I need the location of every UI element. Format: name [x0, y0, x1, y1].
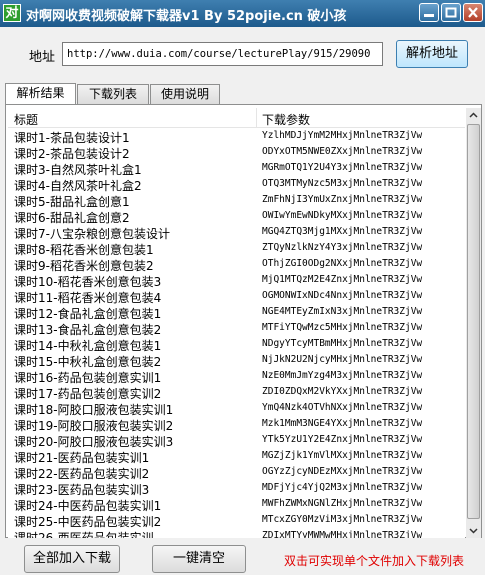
minimize-button[interactable]: [419, 3, 439, 22]
table-row[interactable]: 课时18-阿胶口服液包装实训1 YmQ4Nzk4OTVhNXxjMnlneTR3Z…: [8, 400, 465, 417]
row-download-param: YmQ4Nzk4OTVhNXxjMnlneTR3ZjVw: [262, 402, 423, 413]
row-download-param: ZDI0ZDQxM2VkYXxjMnlneTR3ZjVw: [262, 386, 423, 397]
address-label: 地址: [29, 50, 56, 65]
row-download-param: MDFjYjc4YjQ2M3xjMnlneTR3ZjVw: [262, 482, 423, 493]
table-row[interactable]: 课时7-八宝杂粮创意包装设计 MGQ4ZTQ3Mjg1MXxjMnlneTR3Zj…: [8, 224, 465, 241]
minimize-icon: [424, 14, 434, 17]
row-download-param: ZDIxMTYyMWMwMHxjMnlneTR3ZjVw: [262, 530, 423, 538]
row-download-param: NjJkN2U2NjcyMHxjMnlneTR3ZjVw: [262, 354, 423, 365]
row-download-param: ZTQyNzlkNzY4Y3xjMnlneTR3ZjVw: [262, 242, 423, 253]
row-download-param: ODYxOTM5NWE0ZXxjMnlneTR3ZjVw: [262, 146, 423, 157]
table-row[interactable]: 课时13-食品礼盒创意包装2 MTFiYTQwMzc5MHxjMnlneTR3Zj…: [8, 320, 465, 337]
maximize-icon: [445, 7, 457, 18]
close-icon: [468, 7, 478, 18]
row-download-param: OGYzZjcyNDEzMXxjMnlneTR3ZjVw: [262, 466, 423, 477]
table-row[interactable]: 课时22-医药品包装实训2 OGYzZjcyNDEzMXxjMnlneTR3ZjV…: [8, 464, 465, 481]
tab-parse-results[interactable]: 解析结果: [5, 83, 76, 105]
chevron-up-icon: [469, 112, 478, 118]
row-download-param: MGRmOTQ1Y2U4Y3xjMnlneTR3ZjVw: [262, 162, 423, 173]
app-icon: 对: [3, 4, 21, 22]
table-row[interactable]: 课时16-药品包装创意实训1 NzE0MmJmYzg4M3xjMnlneTR3Zj…: [8, 368, 465, 385]
title-bar: 对 对啊网收费视频破解下载器v1 By 52pojie.cn 破小孩: [0, 0, 485, 27]
hint-text: 双击可实现单个文件加入下载列表: [284, 554, 465, 568]
parse-address-button[interactable]: 解析地址: [396, 40, 468, 68]
table-row[interactable]: 课时8-稻花香米创意包装1 ZTQyNzlkNzY4Y3xjMnlneTR3ZjV…: [8, 240, 465, 257]
maximize-button[interactable]: [441, 3, 461, 22]
window-title: 对啊网收费视频破解下载器v1 By 52pojie.cn 破小孩: [26, 9, 347, 24]
scroll-thumb[interactable]: [467, 124, 480, 519]
table-row[interactable]: 课时26-西医药品包装实训 ZDIxMTYyMWMwMHxjMnlneTR3ZjV…: [8, 528, 465, 538]
chevron-down-icon: [469, 528, 478, 534]
add-all-download-button[interactable]: 全部加入下载: [24, 545, 120, 573]
row-download-param: MTcxZGY0MzViM3xjMnlneTR3ZjVw: [262, 514, 423, 525]
scroll-up-button[interactable]: [466, 108, 481, 123]
row-download-param: MjQ1MTQzM2E4ZnxjMnlneTR3ZjVw: [262, 274, 423, 285]
list-header: 标题 下载参数: [8, 108, 465, 128]
row-download-param: OGMONWIxNDc4NnxjMnlneTR3ZjVw: [262, 290, 423, 301]
results-list[interactable]: 标题 下载参数 课时1-茶品包装设计1 YzlhMDJjYmM2MHxjMnlne…: [8, 108, 465, 538]
column-header-title[interactable]: 标题: [14, 111, 38, 128]
row-download-param: ZmFhNjI3YmUxZnxjMnlneTR3ZjVw: [262, 194, 423, 205]
vertical-scrollbar[interactable]: [466, 108, 481, 538]
table-row[interactable]: 课时5-甜品礼盒创意1 ZmFhNjI3YmUxZnxjMnlneTR3ZjVw: [8, 192, 465, 209]
table-row[interactable]: 课时9-稻花香米创意包装2 OThjZGI0ODg2NXxjMnlneTR3ZjV…: [8, 256, 465, 273]
row-download-param: Mzk1MmM3NGE4YXxjMnlneTR3ZjVw: [262, 418, 423, 429]
tab-instructions[interactable]: 使用说明: [150, 84, 220, 104]
row-download-param: NDgyYTcyMTBmMHxjMnlneTR3ZjVw: [262, 338, 423, 349]
row-download-param: MGQ4ZTQ3Mjg1MXxjMnlneTR3ZjVw: [262, 226, 423, 237]
tab-download-list[interactable]: 下载列表: [77, 84, 149, 104]
table-row[interactable]: 课时6-甜品礼盒创意2 OWIwYmEwNDkyMXxjMnlneTR3ZjVw: [8, 208, 465, 225]
table-row[interactable]: 课时23-医药品包装实训3 MDFjYjc4YjQ2M3xjMnlneTR3ZjV…: [8, 480, 465, 497]
list-rows: 课时1-茶品包装设计1 YzlhMDJjYmM2MHxjMnlneTR3ZjVw 课…: [8, 128, 465, 538]
row-download-param: YTk5YzU1Y2E4ZnxjMnlneTR3ZjVw: [262, 434, 423, 445]
row-download-param: OTQ3MTMyNzc5M3xjMnlneTR3ZjVw: [262, 178, 423, 189]
row-download-param: YzlhMDJjYmM2MHxjMnlneTR3ZjVw: [262, 130, 423, 141]
table-row[interactable]: 课时12-食品礼盒创意包装1 NGE4MTEyZmIxN3xjMnlneTR3Zj…: [8, 304, 465, 321]
row-download-param: MTFiYTQwMzc5MHxjMnlneTR3ZjVw: [262, 322, 423, 333]
table-row[interactable]: 课时19-阿胶口服液包装实训2 Mzk1MmM3NGE4YXxjMnlneTR3Z…: [8, 416, 465, 433]
row-download-param: NzE0MmJmYzg4M3xjMnlneTR3ZjVw: [262, 370, 423, 381]
table-row[interactable]: 课时2-茶品包装设计2 ODYxOTM5NWE0ZXxjMnlneTR3ZjVw: [8, 144, 465, 161]
table-row[interactable]: 课时1-茶品包装设计1 YzlhMDJjYmM2MHxjMnlneTR3ZjVw: [8, 128, 465, 145]
table-row[interactable]: 课时25-中医药品包装实训2 MTcxZGY0MzViM3xjMnlneTR3Zj…: [8, 512, 465, 529]
table-row[interactable]: 课时4-自然风茶叶礼盒2 OTQ3MTMyNzc5M3xjMnlneTR3ZjVw: [8, 176, 465, 193]
table-row[interactable]: 课时17-药品包装创意实训2 ZDI0ZDQxM2VkYXxjMnlneTR3Zj…: [8, 384, 465, 401]
row-download-param: MWFhZWMxNGNlZHxjMnlneTR3ZjVw: [262, 498, 423, 509]
address-input[interactable]: http://www.duia.com/course/lecturePlay/9…: [62, 42, 383, 66]
table-row[interactable]: 课时10-稻花香米创意包装3 MjQ1MTQzM2E4ZnxjMnlneTR3Zj…: [8, 272, 465, 289]
table-row[interactable]: 课时11-稻花香米创意包装4 OGMONWIxNDc4NnxjMnlneTR3Zj…: [8, 288, 465, 305]
column-divider[interactable]: [256, 108, 257, 127]
row-download-param: OWIwYmEwNDkyMXxjMnlneTR3ZjVw: [262, 210, 423, 221]
row-download-param: NGE4MTEyZmIxN3xjMnlneTR3ZjVw: [262, 306, 423, 317]
table-row[interactable]: 课时3-自然风茶叶礼盒1 MGRmOTQ1Y2U4Y3xjMnlneTR3ZjVw: [8, 160, 465, 177]
table-row[interactable]: 课时14-中秋礼盒创意包装1 NDgyYTcyMTBmMHxjMnlneTR3Zj…: [8, 336, 465, 353]
table-row[interactable]: 课时15-中秋礼盒创意包装2 NjJkN2U2NjcyMHxjMnlneTR3Zj…: [8, 352, 465, 369]
row-download-param: MGZjZjk1YmVlMXxjMnlneTR3ZjVw: [262, 450, 423, 461]
table-row[interactable]: 课时20-阿胶口服液包装实训3 YTk5YzU1Y2E4ZnxjMnlneTR3Z…: [8, 432, 465, 449]
clear-all-button[interactable]: 一键清空: [152, 545, 246, 573]
scroll-down-button[interactable]: [466, 523, 481, 538]
close-button[interactable]: [463, 3, 483, 22]
column-header-param[interactable]: 下载参数: [262, 111, 310, 128]
table-row[interactable]: 课时24-中医药品包装实训1 MWFhZWMxNGNlZHxjMnlneTR3Zj…: [8, 496, 465, 513]
row-title: 课时26-西医药品包装实训: [14, 531, 154, 538]
table-row[interactable]: 课时21-医药品包装实训1 MGZjZjk1YmVlMXxjMnlneTR3ZjV…: [8, 448, 465, 465]
row-download-param: OThjZGI0ODg2NXxjMnlneTR3ZjVw: [262, 258, 423, 269]
